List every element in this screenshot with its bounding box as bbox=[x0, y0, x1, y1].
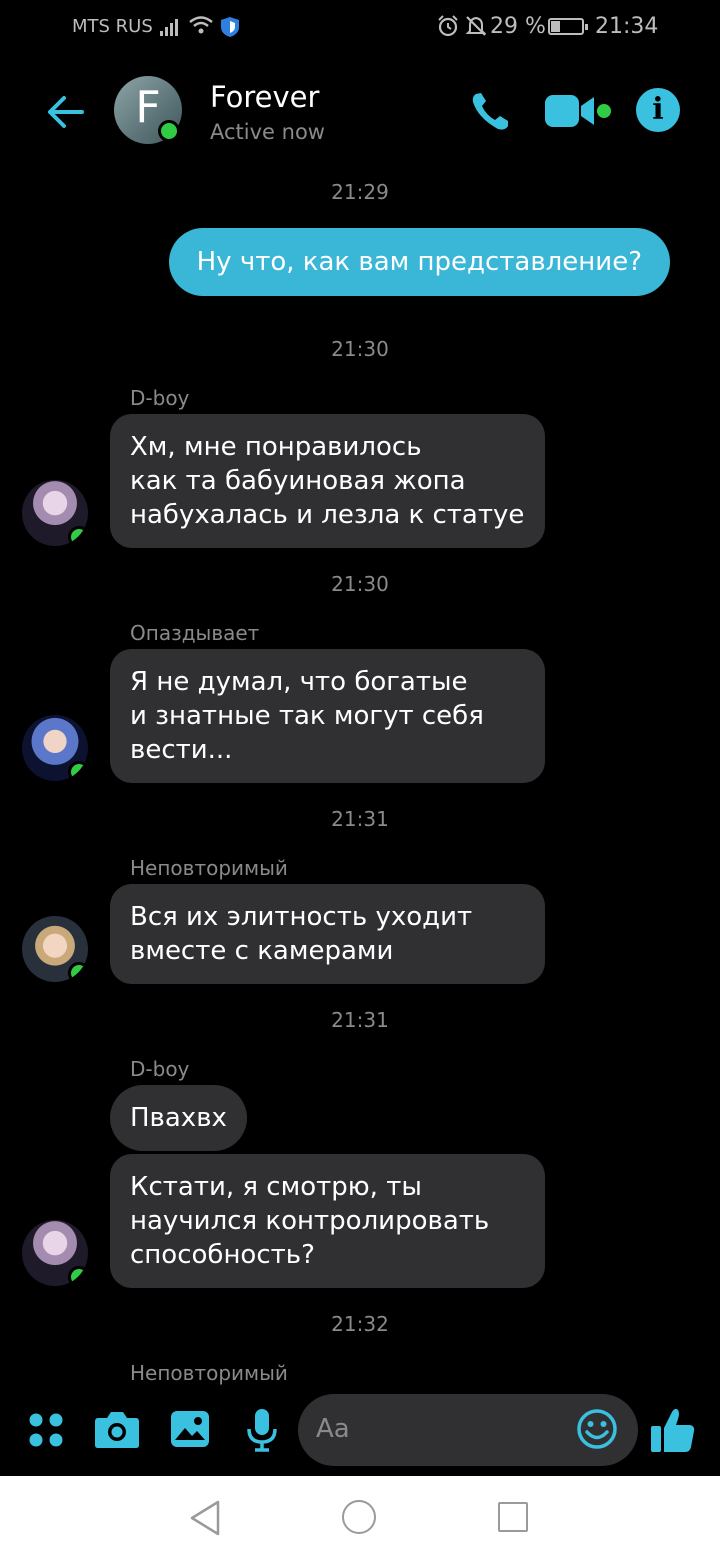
apps-icon[interactable] bbox=[28, 1412, 64, 1448]
system-nav-bar bbox=[0, 1476, 720, 1560]
chat-header: F Forever Active now i bbox=[0, 56, 720, 166]
nav-back-icon[interactable] bbox=[188, 1498, 224, 1538]
timestamp: 21:32 bbox=[331, 1312, 389, 1336]
camera-icon[interactable] bbox=[94, 1408, 140, 1450]
phone-icon[interactable] bbox=[468, 90, 512, 134]
nav-recents-icon[interactable] bbox=[498, 1502, 528, 1532]
incoming-message[interactable]: Хм, мне понравилось как та бабуиновая жо… bbox=[110, 414, 545, 548]
incoming-message[interactable]: Я не думал, что богатые и знатные так мо… bbox=[110, 649, 545, 783]
battery-icon bbox=[548, 18, 588, 35]
online-indicator bbox=[68, 962, 88, 982]
timestamp: 21:30 bbox=[331, 572, 389, 596]
gallery-icon[interactable] bbox=[170, 1410, 210, 1448]
clock: 21:34 bbox=[595, 14, 659, 39]
incoming-message[interactable]: Кстати, я смотрю, ты научился контролиро… bbox=[110, 1154, 545, 1288]
sender-name: D-boy bbox=[130, 386, 190, 410]
message-input[interactable]: Aa bbox=[298, 1394, 638, 1466]
bell-off-icon bbox=[465, 16, 487, 36]
incoming-message[interactable]: Пвахвх bbox=[110, 1085, 247, 1151]
emoji-icon[interactable] bbox=[576, 1408, 618, 1450]
online-indicator bbox=[68, 526, 88, 546]
video-icon[interactable] bbox=[544, 92, 614, 132]
message-input-placeholder: Aa bbox=[316, 1414, 350, 1444]
online-indicator bbox=[158, 120, 180, 142]
incoming-message[interactable]: Вся их элитность уходит вместе с камерам… bbox=[110, 884, 545, 984]
timestamp: 21:31 bbox=[331, 1008, 389, 1032]
sender-name: Неповторимый bbox=[130, 856, 288, 880]
signal-icon bbox=[160, 16, 178, 36]
online-indicator bbox=[68, 761, 88, 781]
contact-status: Active now bbox=[210, 120, 325, 144]
outgoing-message[interactable]: Ну что, как вам представление? bbox=[168, 228, 670, 296]
sender-name: Опаздывает bbox=[130, 621, 260, 645]
contact-name[interactable]: Forever bbox=[210, 80, 319, 114]
status-bar: MTS RUS 29 % 21:34 bbox=[0, 0, 720, 56]
microphone-icon[interactable] bbox=[246, 1408, 278, 1452]
message-composer: Aa bbox=[0, 1388, 720, 1476]
alarm-icon bbox=[438, 15, 458, 37]
avatar[interactable] bbox=[22, 480, 88, 546]
battery-percent: 29 % bbox=[490, 14, 546, 39]
sender-name: D-boy bbox=[130, 1057, 190, 1081]
sender-name: Неповторимый bbox=[130, 1361, 288, 1385]
nav-home-icon[interactable] bbox=[342, 1500, 376, 1534]
shield-icon bbox=[221, 17, 239, 37]
avatar[interactable] bbox=[22, 715, 88, 781]
back-arrow-icon[interactable] bbox=[44, 90, 88, 134]
avatar[interactable] bbox=[22, 916, 88, 982]
carrier-label: MTS RUS bbox=[72, 16, 153, 37]
online-indicator bbox=[68, 1266, 88, 1286]
timestamp: 21:29 bbox=[331, 180, 389, 204]
avatar[interactable]: F bbox=[114, 76, 182, 144]
info-icon[interactable]: i bbox=[636, 88, 680, 132]
thumbs-up-icon[interactable] bbox=[650, 1406, 696, 1454]
wifi-icon bbox=[189, 16, 213, 34]
timestamp: 21:30 bbox=[331, 337, 389, 361]
timestamp: 21:31 bbox=[331, 807, 389, 831]
avatar[interactable] bbox=[22, 1220, 88, 1286]
